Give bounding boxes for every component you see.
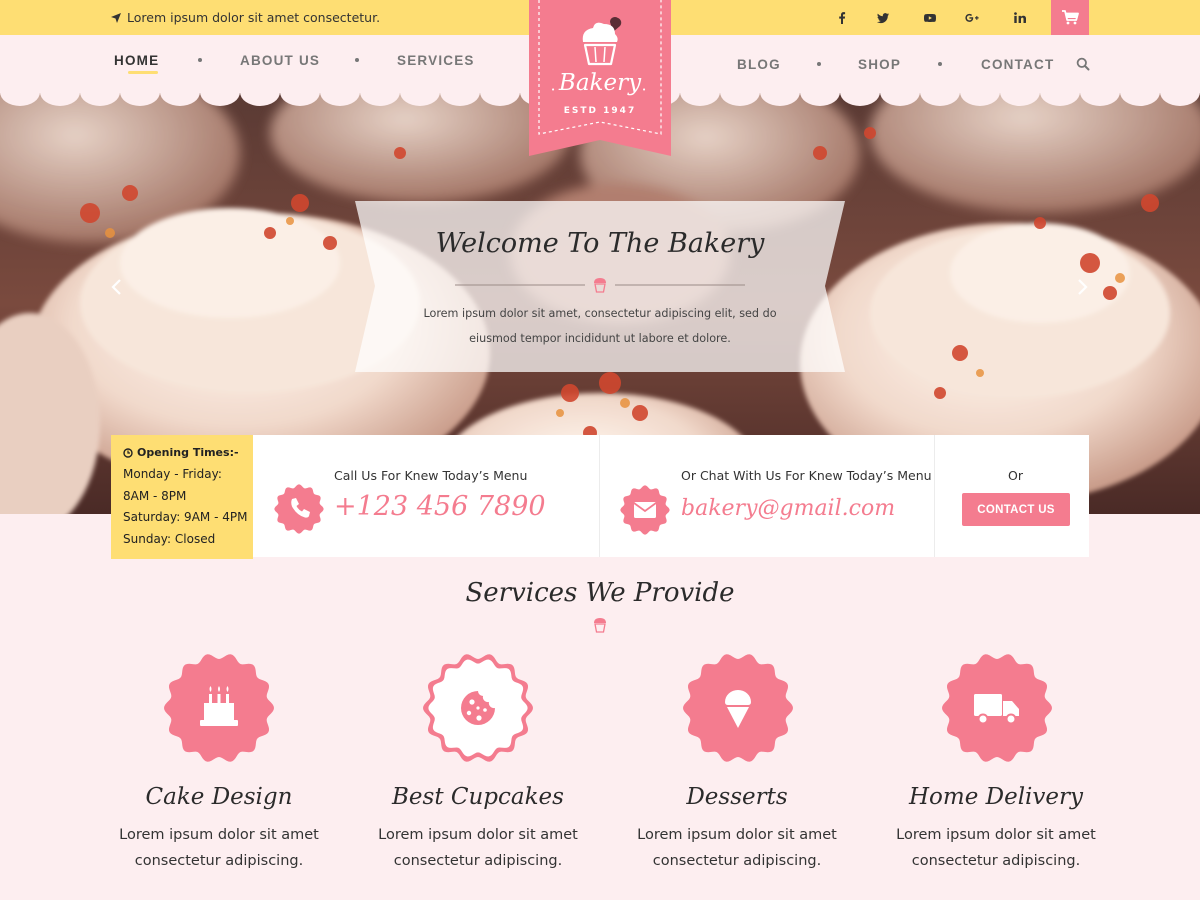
service-desc-line: consectetur adipiscing. — [911, 853, 1081, 869]
service-name: Home Delivery — [909, 784, 1083, 810]
twitter-icon[interactable] — [873, 8, 893, 28]
service-description: Lorem ipsum dolor sit amet consectetur a… — [89, 822, 349, 874]
nav-home[interactable]: HOME — [114, 53, 159, 68]
welcome-divider — [455, 278, 745, 293]
search-icon[interactable] — [1076, 57, 1090, 71]
nav-contact[interactable]: CONTACT — [981, 57, 1054, 72]
welcome-title: Welcome To The Bakery — [435, 228, 765, 259]
info-divider — [934, 435, 935, 557]
welcome-text-line: eiusmod tempor incididunt ut labore et d… — [469, 332, 731, 345]
service-desc-line: Lorem ipsum dolor sit amet — [896, 827, 1096, 843]
tagline-text: Lorem ipsum dolor sit amet consectetur. — [127, 10, 381, 25]
welcome-banner: Welcome To The Bakery Lorem ipsum dolor … — [355, 201, 845, 372]
services-title: Services We Provide — [465, 578, 735, 608]
service-desc-line: consectetur adipiscing. — [393, 853, 563, 869]
service-description: Lorem ipsum dolor sit amet consectetur a… — [866, 822, 1126, 874]
nav-separator — [817, 62, 821, 66]
logo-established: ESTD 1947 — [563, 106, 637, 116]
hours-line: Sunday: Closed — [123, 531, 216, 546]
nav-separator — [938, 62, 942, 66]
delivery-truck-icon — [942, 654, 1052, 762]
hours-line: Saturday: 9AM - 4PM — [123, 510, 248, 524]
envelope-icon — [620, 485, 670, 535]
welcome-text: Lorem ipsum dolor sit amet, consectetur … — [410, 301, 790, 351]
cake-icon — [164, 654, 274, 762]
contact-or-label: Or — [1008, 468, 1023, 483]
top-tagline: Lorem ipsum dolor sit amet consectetur. — [111, 10, 380, 25]
services-divider — [450, 618, 750, 633]
chat-label: Or Chat With Us For Knew Today’s Menu — [681, 468, 932, 483]
logo-title: Bakery — [558, 70, 642, 96]
email-address[interactable]: bakery@gmail.com — [681, 496, 895, 521]
nav-blog[interactable]: BLOG — [737, 57, 781, 72]
service-desc-line: consectetur adipiscing. — [652, 853, 822, 869]
nav-services[interactable]: SERVICES — [397, 53, 475, 68]
clock-icon — [123, 448, 133, 458]
nav-active-indicator — [128, 71, 158, 74]
cupcake-icon — [594, 278, 606, 293]
service-desc-line: Lorem ipsum dolor sit amet — [378, 827, 578, 843]
service-description: Lorem ipsum dolor sit amet consectetur a… — [607, 822, 867, 874]
call-label: Call Us For Knew Today’s Menu — [334, 468, 528, 483]
opening-hours-title: Opening Times:- — [137, 446, 239, 459]
location-arrow-icon — [111, 12, 121, 23]
slider-prev-arrow[interactable] — [109, 277, 125, 297]
service-name: Cake Design — [145, 784, 293, 810]
phone-icon — [274, 484, 324, 534]
service-name: Desserts — [686, 784, 788, 810]
service-desc-line: Lorem ipsum dolor sit amet — [637, 827, 837, 843]
welcome-text-line: Lorem ipsum dolor sit amet, consectetur … — [423, 307, 777, 320]
facebook-icon[interactable] — [832, 8, 852, 28]
bakery-logo[interactable]: • • Bakery ESTD 1947 — [529, 0, 671, 158]
ice-cream-icon — [683, 654, 793, 762]
service-desc-line: consectetur adipiscing. — [134, 853, 304, 869]
nav-shop[interactable]: SHOP — [858, 57, 901, 72]
hours-line: 8AM - 8PM — [123, 488, 187, 503]
youtube-icon[interactable] — [920, 8, 940, 28]
hours-line: Monday - Friday: — [123, 467, 222, 481]
slider-next-arrow[interactable] — [1074, 277, 1090, 297]
cookie-icon — [423, 654, 533, 762]
nav-separator — [198, 58, 202, 62]
nav-about-us[interactable]: ABOUT US — [240, 53, 320, 68]
service-desc-line: Lorem ipsum dolor sit amet — [119, 827, 319, 843]
opening-hours-heading: Opening Times:- — [123, 445, 253, 461]
nav-separator — [355, 58, 359, 62]
linkedin-icon[interactable] — [1010, 8, 1030, 28]
service-description: Lorem ipsum dolor sit amet consectetur a… — [348, 822, 608, 874]
opening-hours: Opening Times:- Monday - Friday: 8AM - 8… — [111, 435, 253, 559]
contact-us-button[interactable]: CONTACT US — [962, 493, 1070, 526]
google-plus-icon[interactable] — [962, 8, 982, 28]
service-name: Best Cupcakes — [392, 784, 564, 810]
phone-number[interactable]: +123 456 7890 — [334, 491, 546, 522]
cupcake-icon — [594, 618, 606, 633]
info-divider — [599, 435, 600, 557]
